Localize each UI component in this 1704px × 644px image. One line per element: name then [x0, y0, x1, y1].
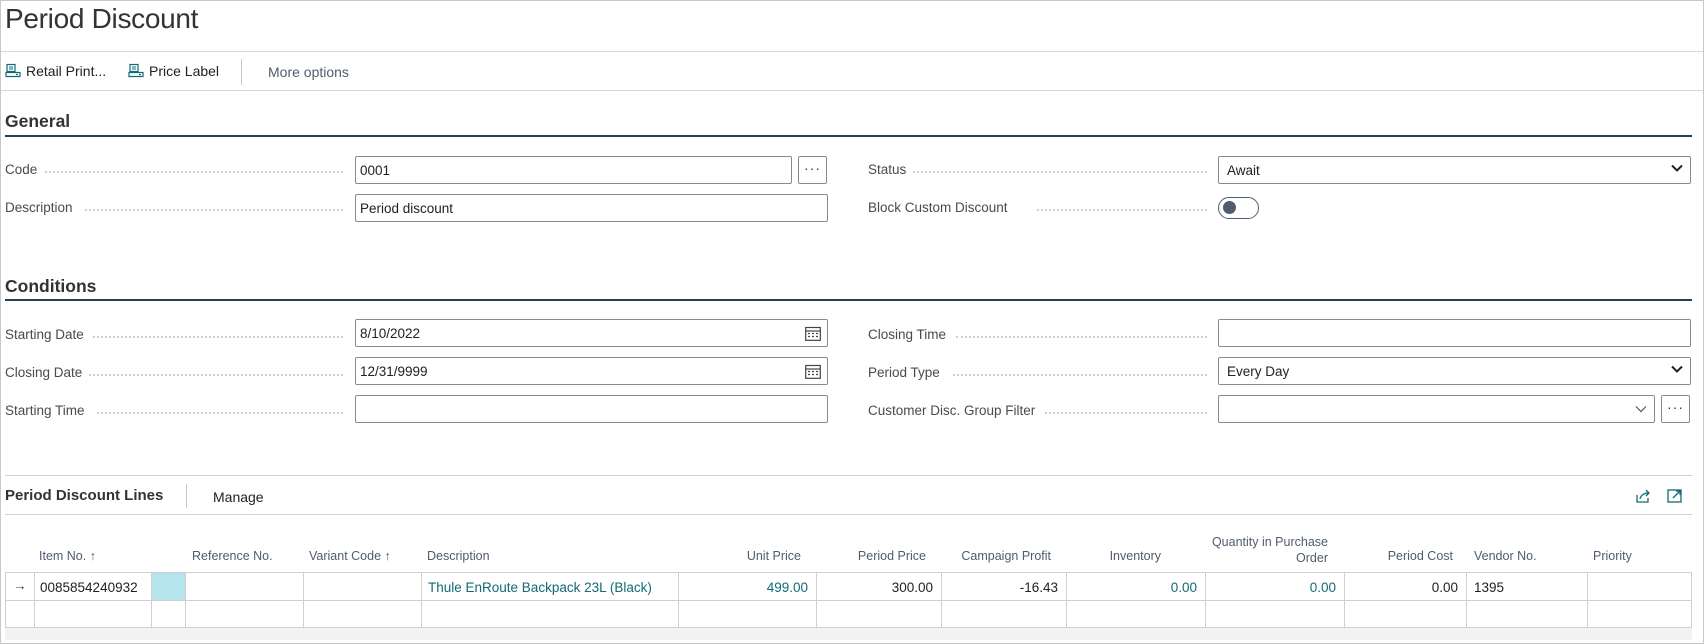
chevron-down-icon[interactable] [1634, 402, 1648, 416]
selected-cell[interactable] [152, 573, 185, 600]
cell-item-no[interactable]: 0085854240932 [40, 580, 138, 595]
code-lookup-button[interactable]: ··· [798, 156, 827, 184]
chevron-down-icon [1671, 164, 1683, 172]
price-label-icon [128, 63, 144, 78]
col-header-campaign-profit[interactable]: Campaign Profit [931, 549, 1051, 563]
toggle-knob [1223, 201, 1236, 214]
conditions-section-rule [5, 299, 1692, 301]
retail-print-button[interactable]: Retail Print... [5, 63, 106, 79]
col-header-inventory[interactable]: Inventory [1061, 549, 1161, 563]
table-row[interactable]: → 0085854240932 Thule EnRoute Backpack 2… [6, 573, 1691, 600]
starting-date-label: Starting Date [5, 327, 84, 342]
period-type-label: Period Type [868, 365, 940, 380]
closing-date-label: Closing Date [5, 365, 83, 380]
closing-time-label: Closing Time [868, 327, 947, 342]
starting-time-dots [97, 412, 343, 414]
cell-inventory[interactable]: 0.00 [1066, 580, 1197, 595]
block-custom-discount-label: Block Custom Discount [868, 200, 1008, 215]
price-label-label: Price Label [149, 63, 220, 79]
closing-date-value: 12/31/9999 [360, 364, 428, 379]
general-section-title: General [5, 111, 71, 131]
ellipsis-icon: ··· [804, 160, 821, 176]
col-header-variant-code[interactable]: Variant Code ↑ [309, 549, 391, 563]
closing-time-field[interactable] [1218, 319, 1691, 347]
code-dots [45, 171, 343, 173]
code-field[interactable]: 0001 [355, 156, 792, 184]
period-type-value: Every Day [1227, 364, 1290, 379]
page-title: Period Discount [5, 3, 199, 34]
lines-top-rule [5, 475, 1692, 476]
customer-disc-group-filter-field[interactable] [1218, 395, 1655, 423]
closing-date-field[interactable]: 12/31/9999 [355, 357, 828, 385]
col-header-qty-purchase-order-line2[interactable]: Order [1178, 551, 1328, 565]
action-bar-divider [241, 59, 242, 85]
col-header-priority[interactable]: Priority [1593, 549, 1632, 563]
table-row-empty[interactable] [6, 601, 1691, 628]
cell-unit-price[interactable]: 499.00 [678, 580, 808, 595]
status-value: Await [1227, 163, 1260, 178]
calendar-icon[interactable] [805, 326, 821, 341]
cell-qty-purchase-order[interactable]: 0.00 [1205, 580, 1336, 595]
period-type-select[interactable]: Every Day [1218, 357, 1691, 385]
starting-time-label: Starting Time [5, 403, 85, 418]
status-dots [913, 171, 1207, 173]
starting-time-field[interactable] [355, 395, 828, 423]
expand-icon[interactable] [1666, 487, 1684, 505]
conditions-section-title: Conditions [5, 276, 97, 296]
price-label-button[interactable]: Price Label [128, 63, 219, 79]
col-header-unit-price[interactable]: Unit Price [701, 549, 801, 563]
cell-vendor-no[interactable]: 1395 [1474, 580, 1504, 595]
description-field[interactable]: Period discount [355, 194, 828, 222]
col-header-reference-no[interactable]: Reference No. [192, 549, 273, 563]
lines-divider [186, 484, 187, 508]
starting-date-value: 8/10/2022 [360, 326, 421, 341]
customer-disc-group-filter-lookup-button[interactable]: ··· [1661, 395, 1690, 423]
customer-disc-group-filter-dots [1045, 412, 1207, 414]
closing-time-dots [956, 336, 1207, 338]
customer-disc-group-filter-label: Customer Disc. Group Filter [868, 403, 1036, 418]
cell-period-cost[interactable]: 0.00 [1344, 580, 1458, 595]
code-label: Code [5, 162, 38, 177]
lines-bottom-rule [5, 514, 1692, 515]
row-arrow-icon: → [13, 578, 27, 593]
starting-date-field[interactable]: 8/10/2022 [355, 319, 828, 347]
status-select[interactable]: Await [1218, 156, 1691, 184]
description-label: Description [5, 200, 73, 215]
cell-description[interactable]: Thule EnRoute Backpack 23L (Black) [428, 580, 652, 595]
status-label: Status [868, 162, 907, 177]
block-custom-discount-dots [1037, 209, 1207, 211]
period-discount-lines-title: Period Discount Lines [5, 487, 164, 504]
cell-period-price[interactable]: 300.00 [816, 580, 933, 595]
col-header-period-cost[interactable]: Period Cost [1353, 549, 1453, 563]
chevron-down-icon [1671, 365, 1683, 373]
general-section-rule [5, 135, 1692, 137]
grid-footer-strip [5, 628, 1692, 640]
retail-print-label: Retail Print... [26, 63, 107, 79]
col-header-qty-purchase-order-line1[interactable]: Quantity in Purchase [1178, 535, 1328, 549]
action-bar: Retail Print... Price Label More options [1, 51, 1703, 91]
starting-date-dots [93, 336, 343, 338]
retail-print-icon [5, 63, 21, 78]
col-header-description[interactable]: Description [427, 549, 490, 563]
closing-date-dots [89, 374, 343, 376]
period-type-dots [953, 374, 1207, 376]
more-options-button[interactable]: More options [268, 64, 349, 80]
col-header-item-no[interactable]: Item No. ↑ [39, 549, 96, 563]
col-header-period-price[interactable]: Period Price [826, 549, 926, 563]
page-frame: Period Discount Retail Print... Price La… [0, 0, 1704, 644]
share-icon[interactable] [1634, 487, 1652, 505]
cell-campaign-profit[interactable]: -16.43 [941, 580, 1058, 595]
lines-grid: → 0085854240932 Thule EnRoute Backpack 2… [5, 572, 1692, 629]
ellipsis-icon: ··· [1667, 399, 1684, 415]
manage-button[interactable]: Manage [213, 489, 264, 505]
calendar-icon[interactable] [805, 364, 821, 379]
block-custom-discount-toggle[interactable] [1218, 197, 1259, 219]
col-header-vendor-no[interactable]: Vendor No. [1474, 549, 1537, 563]
description-dots [85, 209, 343, 211]
